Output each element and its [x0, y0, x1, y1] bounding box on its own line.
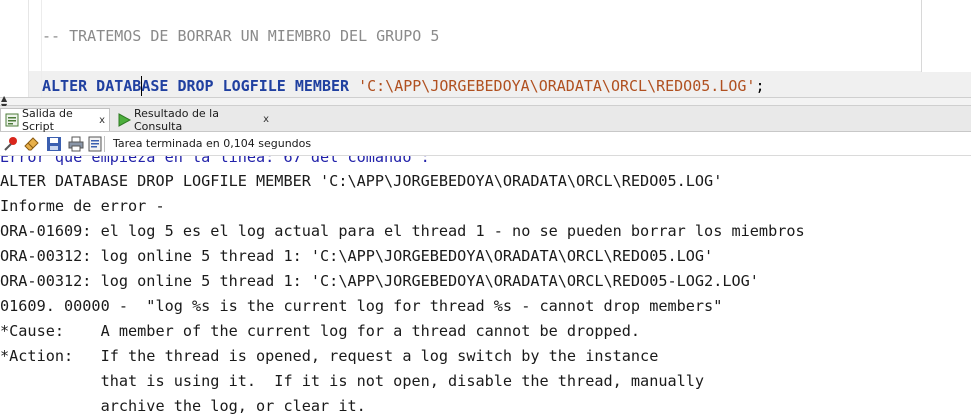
- tab-query-result-label: Resultado de la Consulta: [134, 106, 219, 133]
- output-line-action-1: *Action: If the thread is opened, reques…: [0, 347, 659, 365]
- pin-icon[interactable]: [3, 136, 19, 152]
- output-line-error-report: Informe de error -: [0, 197, 165, 215]
- sql-comment-line[interactable]: -- TRATEMOS DE BORRAR UN MIEMBRO DEL GRU…: [42, 27, 439, 45]
- task-status-text: Tarea terminada en 0,104 segundos: [113, 137, 312, 150]
- editor-right-margin: [921, 0, 971, 72]
- sql-terminator: ;: [755, 77, 765, 95]
- eraser-icon[interactable]: [24, 136, 40, 152]
- sql-statement-line[interactable]: ALTER DATABASE DROP LOGFILE MEMBER 'C:\A…: [42, 77, 764, 95]
- output-line-error-start: Error que empieza en la línea: 67 del co…: [0, 156, 430, 166]
- output-toolbar: Tarea terminada en 0,104 segundos: [0, 132, 971, 156]
- toolbar-separator: [104, 136, 105, 152]
- close-icon[interactable]: x: [99, 115, 105, 126]
- output-line-ora-01609: ORA-01609: el log 5 es el log actual par…: [0, 222, 805, 240]
- output-line-error-code: 01609. 00000 - "log %s is the current lo…: [0, 297, 723, 315]
- script-output-panel[interactable]: Error que empieza en la línea: 67 del co…: [0, 156, 971, 414]
- text-caret: [141, 76, 142, 96]
- sql-keywords: ALTER DATABASE DROP LOGFILE MEMBER: [42, 77, 350, 95]
- print-icon[interactable]: [68, 136, 84, 152]
- output-line-ora-00312-b: ORA-00312: log online 5 thread 1: 'C:\AP…: [0, 272, 759, 290]
- output-right-edge: [966, 156, 971, 414]
- output-line-ora-00312-a: ORA-00312: log online 5 thread 1: 'C:\AP…: [0, 247, 714, 265]
- script-output-icon: [5, 113, 19, 127]
- output-line-statement: ALTER DATABASE DROP LOGFILE MEMBER 'C:\A…: [0, 172, 723, 190]
- save-as-icon[interactable]: [88, 136, 104, 152]
- run-query-icon: [117, 112, 132, 127]
- close-icon[interactable]: x: [263, 114, 269, 125]
- editor-gutter: [0, 0, 29, 97]
- tab-script-output-label: Salida de Script: [22, 107, 73, 133]
- output-tab-strip: Salida de Script x Resultado de la Consu…: [0, 106, 971, 133]
- save-icon[interactable]: [46, 136, 62, 152]
- output-line-action-2: that is using it. If it is not open, dis…: [0, 372, 705, 390]
- tab-script-output[interactable]: Salida de Script x: [0, 107, 110, 133]
- sql-string-literal: 'C:\APP\JORGEBEDOYA\ORADATA\ORCL\REDO05.…: [358, 77, 756, 95]
- output-line-cause: *Cause: A member of the current log for …: [0, 322, 641, 340]
- panel-splitter[interactable]: ▲▼: [0, 95, 971, 111]
- sql-editor[interactable]: -- TRATEMOS DE BORRAR UN MIEMBRO DEL GRU…: [0, 0, 971, 97]
- output-line-action-3: archive the log, or clear it.: [0, 397, 366, 414]
- tab-query-result[interactable]: Resultado de la Consulta x: [113, 106, 273, 133]
